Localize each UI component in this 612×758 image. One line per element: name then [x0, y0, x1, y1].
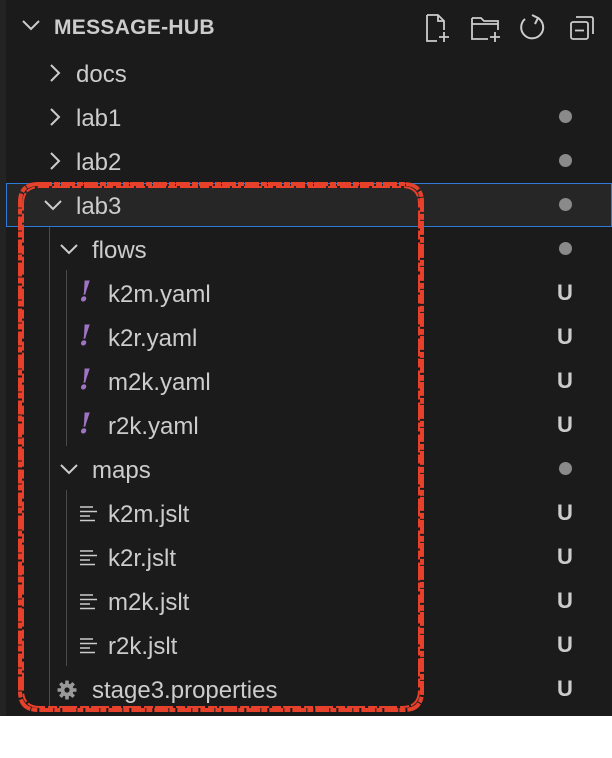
- modified-indicator: [559, 154, 572, 167]
- text-file-icon: [80, 638, 97, 654]
- file-label: k2m.jslt: [108, 501, 190, 528]
- tree-item-lab2[interactable]: lab2: [6, 139, 612, 183]
- file-label: m2k.yaml: [108, 369, 211, 396]
- file-explorer: MESSAGE-HUB docs lab1 lab2 lab3 flows ! …: [0, 0, 612, 716]
- chevron-down-icon[interactable]: [42, 194, 64, 216]
- untracked-badge: U: [557, 500, 573, 525]
- yaml-file-icon: !: [79, 363, 92, 396]
- modified-indicator: [559, 198, 572, 211]
- modified-indicator: [559, 110, 572, 123]
- folder-label: lab2: [76, 149, 122, 176]
- yaml-file-icon: !: [79, 275, 92, 308]
- file-label: stage3.properties: [92, 677, 278, 704]
- file-label: r2k.jslt: [108, 633, 178, 660]
- untracked-badge: U: [557, 588, 573, 613]
- chevron-right-icon[interactable]: [44, 106, 66, 128]
- chevron-right-icon[interactable]: [44, 62, 66, 84]
- modified-indicator: [559, 242, 572, 255]
- tree-item-flows[interactable]: flows: [6, 227, 612, 271]
- tree-item-stage3-properties[interactable]: stage3.properties U: [6, 667, 612, 711]
- tree-item-lab3[interactable]: lab3: [6, 183, 612, 227]
- collapse-all-icon[interactable]: [566, 12, 598, 44]
- folder-label: lab3: [76, 193, 122, 220]
- untracked-badge: U: [557, 368, 573, 393]
- folder-label: docs: [76, 61, 127, 88]
- tree-item-k2m-yaml[interactable]: ! k2m.yaml U: [6, 271, 612, 315]
- folder-label: flows: [92, 237, 147, 264]
- text-file-icon: [80, 550, 97, 566]
- chevron-down-icon[interactable]: [20, 14, 42, 36]
- yaml-file-icon: !: [79, 407, 92, 440]
- new-file-icon[interactable]: [420, 12, 452, 44]
- yaml-file-icon: !: [79, 319, 92, 352]
- untracked-badge: U: [557, 676, 573, 701]
- modified-indicator: [559, 462, 572, 475]
- tree-item-maps[interactable]: maps: [6, 447, 612, 491]
- file-label: k2r.jslt: [108, 545, 177, 572]
- file-label: m2k.jslt: [108, 589, 190, 616]
- tree-item-k2r-yaml[interactable]: ! k2r.yaml U: [6, 315, 612, 359]
- chevron-right-icon[interactable]: [44, 150, 66, 172]
- chevron-down-icon[interactable]: [58, 238, 80, 260]
- tree-item-r2k-yaml[interactable]: ! r2k.yaml U: [6, 403, 612, 447]
- file-label: k2r.yaml: [108, 325, 198, 352]
- file-label: r2k.yaml: [108, 413, 199, 440]
- tree-item-lab1[interactable]: lab1: [6, 95, 612, 139]
- gear-icon: [57, 680, 77, 700]
- folder-label: maps: [92, 457, 151, 484]
- text-file-icon: [80, 506, 97, 522]
- refresh-icon[interactable]: [516, 12, 548, 44]
- chevron-down-icon[interactable]: [58, 458, 80, 480]
- file-label: k2m.yaml: [108, 281, 211, 308]
- untracked-badge: U: [557, 544, 573, 569]
- tree-item-docs[interactable]: docs: [6, 51, 612, 95]
- tree-item-m2k-jslt[interactable]: m2k.jslt U: [6, 579, 612, 623]
- text-file-icon: [80, 594, 97, 610]
- untracked-badge: U: [557, 280, 573, 305]
- tree-item-r2k-jslt[interactable]: r2k.jslt U: [6, 623, 612, 667]
- untracked-badge: U: [557, 632, 573, 657]
- tree-item-k2r-jslt[interactable]: k2r.jslt U: [6, 535, 612, 579]
- new-folder-icon[interactable]: [470, 12, 502, 44]
- untracked-badge: U: [557, 324, 573, 349]
- workspace-title: MESSAGE-HUB: [54, 16, 215, 39]
- tree-item-k2m-jslt[interactable]: k2m.jslt U: [6, 491, 612, 535]
- tree-item-m2k-yaml[interactable]: ! m2k.yaml U: [6, 359, 612, 403]
- untracked-badge: U: [557, 412, 573, 437]
- explorer-header[interactable]: MESSAGE-HUB: [6, 0, 612, 52]
- folder-label: lab1: [76, 105, 122, 132]
